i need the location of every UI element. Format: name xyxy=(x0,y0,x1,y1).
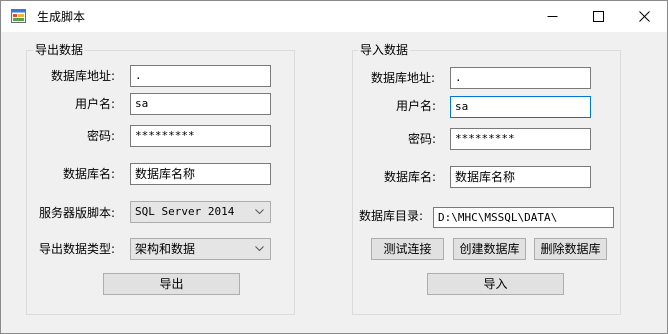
app-form-icon xyxy=(11,9,26,23)
export-server-input[interactable]: . xyxy=(130,65,271,87)
export-type-select[interactable]: 架构和数据 xyxy=(130,238,271,260)
title-bar[interactable]: 生成脚本 xyxy=(1,1,667,32)
maximize-icon xyxy=(593,11,604,22)
export-user-label: 用户名: xyxy=(75,97,116,111)
export-group-legend: 导出数据 xyxy=(33,43,86,57)
create-database-button[interactable]: 创建数据库 xyxy=(453,238,526,260)
minimize-button[interactable] xyxy=(529,1,575,32)
chevron-down-icon xyxy=(255,209,264,215)
chevron-down-icon xyxy=(255,246,264,252)
export-version-value: SQL Server 2014 xyxy=(135,205,235,218)
window-title: 生成脚本 xyxy=(37,10,86,24)
test-connection-button[interactable]: 测试连接 xyxy=(371,238,444,260)
delete-database-button[interactable]: 删除数据库 xyxy=(534,238,607,260)
import-button[interactable]: 导入 xyxy=(427,273,564,295)
minimize-icon xyxy=(547,16,558,17)
import-dbname-input[interactable]: 数据库名称 xyxy=(450,166,591,188)
close-button[interactable] xyxy=(621,1,667,32)
export-version-label: 服务器版脚本: xyxy=(39,206,116,220)
export-server-label: 数据库地址: xyxy=(51,69,116,83)
import-user-label: 用户名: xyxy=(396,99,437,113)
export-type-value: 架构和数据 xyxy=(135,242,196,256)
export-type-label: 导出数据类型: xyxy=(39,242,116,256)
export-password-input[interactable]: ********* xyxy=(130,125,271,147)
import-group-legend: 导入数据 xyxy=(358,43,411,57)
export-version-select[interactable]: SQL Server 2014 xyxy=(130,201,271,223)
close-icon xyxy=(639,11,650,22)
import-dir-input[interactable]: D:\MHC\MSSQL\DATA\ xyxy=(433,207,614,228)
import-user-input[interactable]: sa xyxy=(450,96,591,118)
export-button[interactable]: 导出 xyxy=(103,273,240,295)
import-dir-label: 数据库目录: xyxy=(359,209,424,223)
export-user-input[interactable]: sa xyxy=(130,93,271,115)
export-dbname-input[interactable]: 数据库名称 xyxy=(130,163,271,185)
import-server-label: 数据库地址: xyxy=(371,71,436,85)
export-password-label: 密码: xyxy=(87,129,116,143)
import-dbname-label: 数据库名: xyxy=(384,170,437,184)
import-server-input[interactable]: . xyxy=(450,67,591,89)
import-password-label: 密码: xyxy=(408,132,437,146)
export-dbname-label: 数据库名: xyxy=(63,167,116,181)
import-password-input[interactable]: ********* xyxy=(450,128,591,150)
main-window: 生成脚本 导出数据 数据库地址: . 用户名: sa 密码: *********… xyxy=(0,0,668,334)
maximize-button[interactable] xyxy=(575,1,621,32)
